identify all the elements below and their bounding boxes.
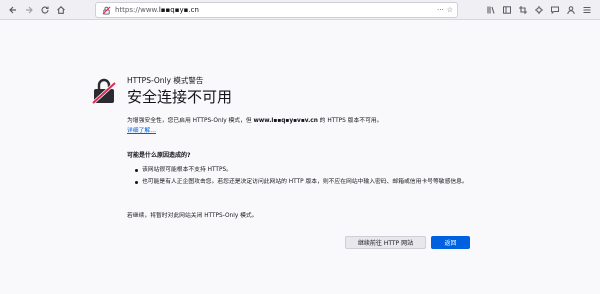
hamburger-menu-icon	[583, 6, 591, 14]
account-button[interactable]	[564, 3, 578, 17]
home-icon	[57, 6, 65, 14]
chat-button[interactable]	[548, 3, 562, 17]
sidebar-icon	[503, 6, 511, 14]
bookmark-star-icon[interactable]: ☆	[447, 6, 453, 14]
sidebar-button[interactable]	[500, 3, 514, 17]
forward-arrow-icon	[26, 6, 33, 14]
go-back-button[interactable]: 返回	[431, 236, 470, 249]
desc-before: 为增强安全性，您已启用 HTTPS-Only 模式，但	[127, 118, 254, 124]
url-text: https://www.l▪▪q▪y▪.cn	[115, 6, 199, 14]
desc-after: 的 HTTPS 版本不可用。	[317, 118, 383, 124]
reasons-heading: 可能是什么原因造成的?	[127, 152, 191, 159]
warning-description: 为增强安全性，您已启用 HTTPS-Only 模式，但 www.l▪▪q▪y▪v…	[127, 117, 507, 126]
url-actions: ··· ☆	[437, 6, 453, 14]
url-host: l▪▪q▪y▪.cn	[158, 6, 199, 14]
heading-block: HTTPS-Only 模式警告 安全连接不可用	[127, 76, 507, 107]
menu-button[interactable]	[580, 3, 594, 17]
broken-lock-icon	[91, 77, 117, 105]
page-title: 安全连接不可用	[127, 88, 233, 106]
url-prefix: https://www.	[115, 6, 159, 14]
more-actions-icon[interactable]: ···	[437, 6, 444, 14]
library-icon	[487, 6, 495, 14]
library-button[interactable]	[484, 3, 498, 17]
reasons-list: 该网站很可能根本不支持 HTTPS。 也可能是有人正企图攻击您。若您还是决定访问…	[135, 166, 500, 190]
reason-item: 该网站很可能根本不支持 HTTPS。	[135, 166, 500, 175]
reason-item: 也可能是有人正企图攻击您。若您还是决定访问此网站的 HTTP 版本，则不应在网站…	[135, 178, 500, 187]
learn-more-link[interactable]: 详细了解…	[127, 127, 156, 136]
desc-host: www.l▪▪q▪y▪v▪v.cn	[253, 118, 318, 124]
home-button[interactable]	[54, 3, 68, 17]
screenshot-icon	[519, 6, 527, 14]
browser-toolbar: https://www.l▪▪q▪y▪.cn ··· ☆	[0, 0, 600, 20]
extension-gear-icon	[535, 6, 543, 14]
account-icon	[567, 6, 575, 15]
continue-note: 若继续，将暂时对此网站关闭 HTTPS-Only 模式。	[127, 213, 258, 219]
reload-button[interactable]	[38, 3, 52, 17]
url-bar[interactable]: https://www.l▪▪q▪y▪.cn ··· ☆	[95, 2, 458, 18]
back-button[interactable]	[6, 3, 20, 17]
reload-icon	[41, 6, 49, 14]
continue-http-button[interactable]: 继续前往 HTTP 网站	[345, 236, 426, 249]
forward-button[interactable]	[22, 3, 36, 17]
chat-icon	[551, 6, 559, 15]
back-arrow-icon	[9, 6, 16, 14]
extension-button[interactable]	[532, 3, 546, 17]
screenshot-button[interactable]	[516, 3, 530, 17]
insecure-lock-icon[interactable]	[99, 3, 113, 17]
warning-subtitle: HTTPS-Only 模式警告	[127, 76, 204, 85]
